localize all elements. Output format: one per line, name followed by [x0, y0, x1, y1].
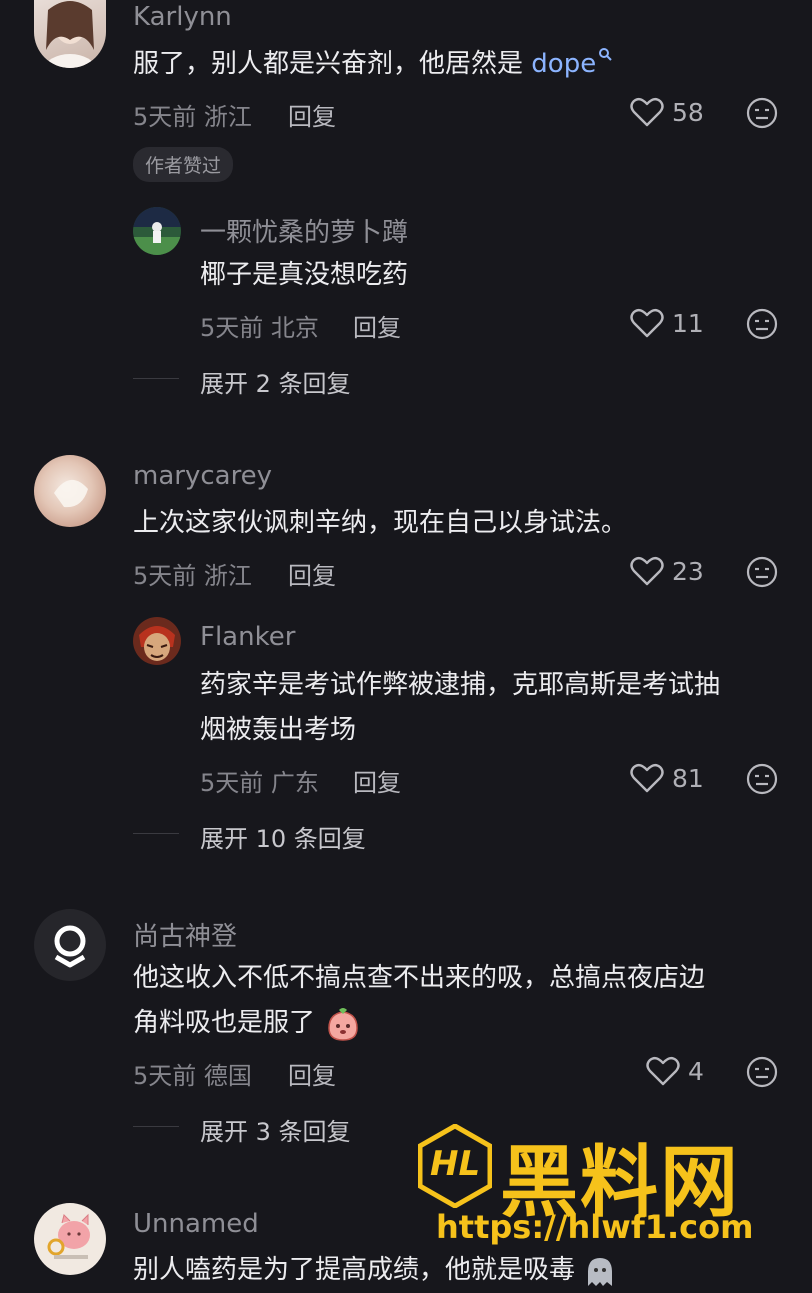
- heart-outline-icon: [630, 556, 664, 586]
- watermark-logo-text: HL: [430, 1144, 481, 1184]
- comment-text-body: 服了，别人都是兴奋剂，他居然是: [133, 49, 524, 79]
- expand-replies-button[interactable]: 展开 3 条回复: [200, 1112, 351, 1147]
- watermark-url: https://hlwf1.com: [436, 1208, 754, 1246]
- comment-meta: 5天前 浙江: [133, 97, 252, 132]
- meh-face-icon[interactable]: [746, 556, 778, 588]
- comment-text: 服了，别人都是兴奋剂，他居然是 dope: [133, 41, 612, 87]
- reply-button[interactable]: 回复: [353, 308, 401, 343]
- like-count: 58: [672, 97, 704, 127]
- comment-time: 5天前: [133, 1062, 197, 1090]
- comment-username[interactable]: Unnamed: [133, 1209, 259, 1239]
- expand-divider: [133, 833, 179, 834]
- comment-meta: 5天前 德国: [133, 1056, 252, 1091]
- expand-divider: [133, 378, 179, 379]
- avatar-reply-user[interactable]: [133, 207, 181, 255]
- like-button[interactable]: 11: [630, 308, 704, 338]
- reply-button[interactable]: 回复: [353, 763, 401, 798]
- comment-username[interactable]: marycarey: [133, 461, 272, 491]
- expand-divider: [133, 1126, 179, 1127]
- like-count: 23: [672, 556, 704, 586]
- comment-time: 5天前: [133, 562, 197, 590]
- expand-replies-button[interactable]: 展开 10 条回复: [200, 819, 366, 854]
- like-button[interactable]: 23: [630, 556, 704, 586]
- reply-location: 北京: [270, 314, 319, 342]
- comment-text-line2-body: 角料吸也是服了: [133, 1008, 316, 1038]
- comment-username[interactable]: 尚古神登: [133, 916, 237, 953]
- comment-text-line2: 角料吸也是服了: [133, 1000, 361, 1046]
- comment-time: 5天前: [133, 103, 197, 131]
- reply-button[interactable]: 回复: [288, 1056, 336, 1091]
- avatar-karlynn[interactable]: [34, 0, 106, 68]
- reply-username[interactable]: Flanker: [200, 622, 295, 652]
- reply-username[interactable]: 一颗忧桑的萝卜蹲: [200, 212, 408, 249]
- meh-face-icon[interactable]: [746, 308, 778, 340]
- reply-text: 椰子是真没想吃药: [200, 260, 409, 290]
- author-liked-badge: 作者赞过: [133, 147, 234, 182]
- reply-text-line1: 药家辛是考试作弊被逮捕，克耶高斯是考试抽: [200, 670, 721, 700]
- reply-time: 5天前: [200, 769, 264, 797]
- like-button[interactable]: 58: [630, 97, 704, 127]
- heart-outline-icon: [630, 308, 664, 338]
- reply-text-line2: 烟被轰出考场: [200, 715, 357, 745]
- reply-location: 广东: [270, 769, 319, 797]
- search-icon: [599, 48, 612, 61]
- heart-outline-icon: [646, 1056, 680, 1086]
- meh-face-icon[interactable]: [746, 763, 778, 795]
- expand-replies-button[interactable]: 展开 2 条回复: [200, 364, 351, 399]
- avatar-flanker[interactable]: [133, 617, 181, 665]
- reply-button[interactable]: 回复: [288, 97, 336, 132]
- search-link[interactable]: dope: [531, 48, 612, 79]
- like-count: 11: [672, 308, 704, 338]
- avatar-unnamed[interactable]: [34, 1203, 106, 1275]
- reply-meta: 5天前 广东: [200, 763, 319, 798]
- watermark: HL 黑料网 https://hlwf1.com: [418, 1124, 788, 1274]
- reply-meta: 5天前 北京: [200, 308, 319, 343]
- comment-location: 浙江: [203, 562, 252, 590]
- reply-button[interactable]: 回复: [288, 556, 336, 591]
- avatar-shangu[interactable]: [34, 909, 106, 981]
- like-count: 81: [672, 763, 704, 793]
- reply-time: 5天前: [200, 314, 264, 342]
- heart-outline-icon: [630, 763, 664, 793]
- like-button[interactable]: 81: [630, 763, 704, 793]
- like-count: 4: [688, 1056, 704, 1086]
- comment-text-line1: 他这收入不低不搞点查不出来的吸，总搞点夜店边: [133, 963, 706, 993]
- comment-meta: 5天前 浙江: [133, 556, 252, 591]
- comment-location: 德国: [203, 1062, 252, 1090]
- comment-text: 上次这家伙讽刺辛纳，现在自己以身试法。: [133, 508, 628, 538]
- like-button[interactable]: 4: [646, 1056, 704, 1086]
- heart-outline-icon: [630, 97, 664, 127]
- peach-emoji-icon: [328, 1007, 359, 1041]
- meh-face-icon[interactable]: [746, 97, 778, 129]
- avatar-marycarey[interactable]: [34, 455, 106, 527]
- comment-username[interactable]: Karlynn: [133, 2, 232, 32]
- meh-face-icon[interactable]: [746, 1056, 778, 1088]
- search-link-text: dope: [531, 49, 597, 79]
- comment-location: 浙江: [203, 103, 252, 131]
